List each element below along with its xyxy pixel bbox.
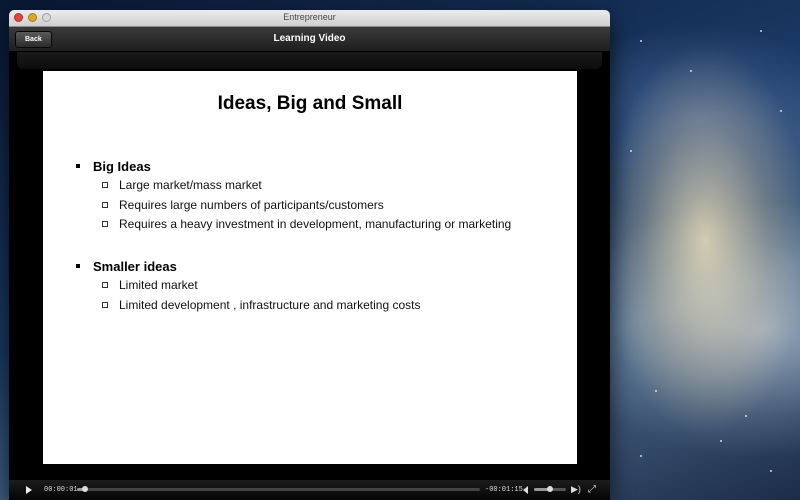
progress-scrubber[interactable] — [77, 486, 480, 492]
volume-high-icon[interactable]: ▶) — [571, 484, 581, 495]
section-heading: Big Ideas — [76, 159, 151, 174]
video-frame-top — [17, 52, 602, 69]
window-title: Entrepreneur — [283, 12, 336, 22]
video-slide: Ideas, Big and Small Big Ideas Large mar… — [43, 71, 577, 464]
slide-title: Ideas, Big and Small — [217, 93, 403, 114]
section-heading: Smaller ideas — [76, 259, 177, 274]
bullet-icon — [76, 263, 80, 268]
title-bar: Entrepreneur — [9, 10, 610, 27]
sub-bullet-icon — [102, 220, 108, 227]
fullscreen-icon[interactable]: ⤢ — [588, 484, 598, 495]
list-item: Large market/mass market — [102, 178, 262, 192]
volume-slider[interactable] — [534, 486, 566, 492]
list-item: Limited development , infrastructure and… — [102, 298, 420, 312]
remaining-time: -00:01:15 — [485, 486, 523, 494]
page-title: Learning Video — [273, 33, 346, 44]
playback-controls: 00:00:01 -00:01:15 ▶) ⤢ — [9, 480, 610, 500]
list-item-text: Limited market — [119, 278, 198, 292]
section-heading-text: Smaller ideas — [93, 259, 177, 274]
sub-bullet-icon — [102, 181, 108, 188]
progress-handle[interactable] — [82, 486, 89, 492]
list-item-text: Large market/mass market — [119, 178, 262, 192]
list-item: Limited market — [102, 278, 198, 292]
list-item: Requires large numbers of participants/c… — [102, 198, 384, 212]
list-item-text: Requires a heavy investment in developme… — [119, 217, 512, 231]
app-window: Entrepreneur Back Learning Video Ideas, … — [9, 10, 610, 500]
play-icon[interactable] — [26, 486, 32, 494]
volume-low-icon[interactable] — [523, 486, 528, 494]
list-item-text: Requires large numbers of participants/c… — [119, 198, 384, 212]
volume-handle[interactable] — [547, 486, 553, 492]
navigation-bar: Back Learning Video — [9, 27, 610, 52]
sub-bullet-icon — [102, 281, 108, 288]
section-heading-text: Big Ideas — [93, 159, 151, 174]
current-time: 00:00:01 — [44, 486, 78, 494]
sub-bullet-icon — [102, 201, 108, 208]
list-item-text: Limited development , infrastructure and… — [119, 298, 421, 312]
sub-bullet-icon — [102, 301, 108, 308]
bullet-icon — [76, 163, 80, 168]
list-item: Requires a heavy investment in developme… — [102, 217, 511, 231]
